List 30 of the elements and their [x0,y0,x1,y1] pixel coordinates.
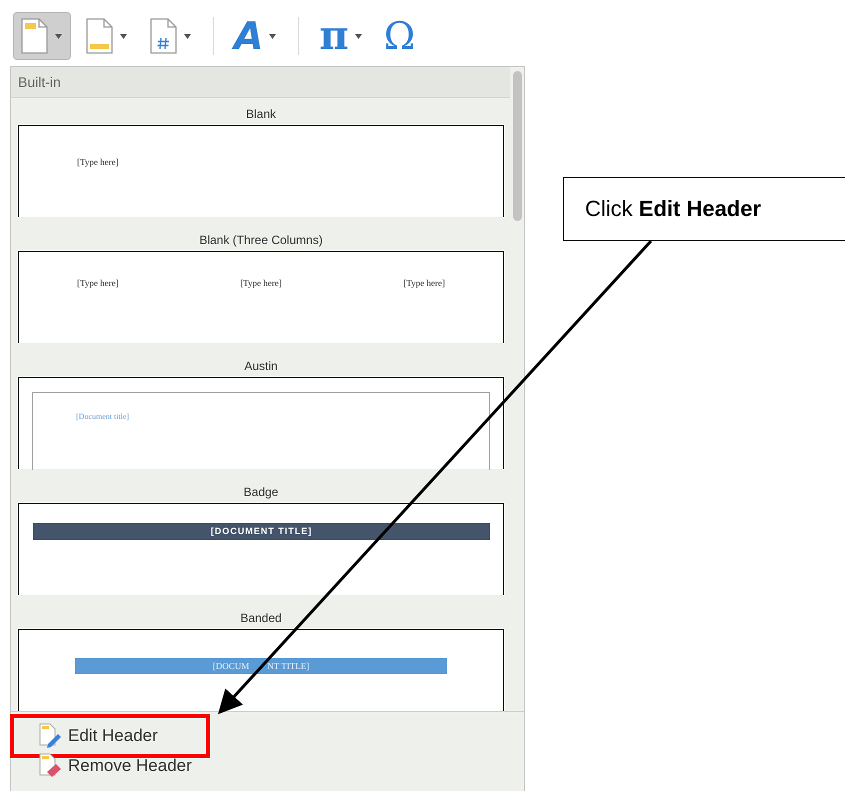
footer-page-icon [85,18,114,54]
instruction-text: Click Edit Header [585,196,762,222]
template-preview[interactable]: [DOCUMENT TITLE] [18,503,504,595]
edit-header-item[interactable]: Edit Header [11,721,524,751]
placeholder-text: [Document title] [76,412,130,421]
placeholder-text: [Type here] [77,157,119,167]
header-page-icon [20,18,49,54]
wordart-button[interactable]: A [228,12,284,60]
symbol-button[interactable]: Ω [378,12,424,60]
remove-header-item[interactable]: Remove Header [11,751,524,781]
page-pencil-icon [38,723,62,749]
template-name: Banded [239,611,283,625]
title-text: NT TITLE] [267,660,310,673]
scrollbar-thumb[interactable] [513,71,522,221]
template-name: Blank (Three Columns) [198,233,324,247]
template-name: Austin [243,359,279,373]
template-preview[interactable]: [Type here] [Type here] [Type here] [18,251,504,343]
page-eraser-icon [38,753,62,779]
title-text: [DOCUM [212,660,250,673]
equation-button[interactable]: π [313,12,370,60]
page-number-icon [149,18,178,54]
template-name: Blank [244,107,278,121]
section-header: Built-in [11,67,510,98]
placeholder-text: [Type here] [77,278,119,288]
placeholder-text: [Type here] [240,278,282,288]
template-preview[interactable]: [Type here] [18,125,504,217]
header-button[interactable] [13,12,71,60]
title-bar: [DOCUMENT TITLE] [33,523,490,540]
placeholder-text: [Type here] [403,278,445,288]
template-name: Badge [242,485,280,499]
